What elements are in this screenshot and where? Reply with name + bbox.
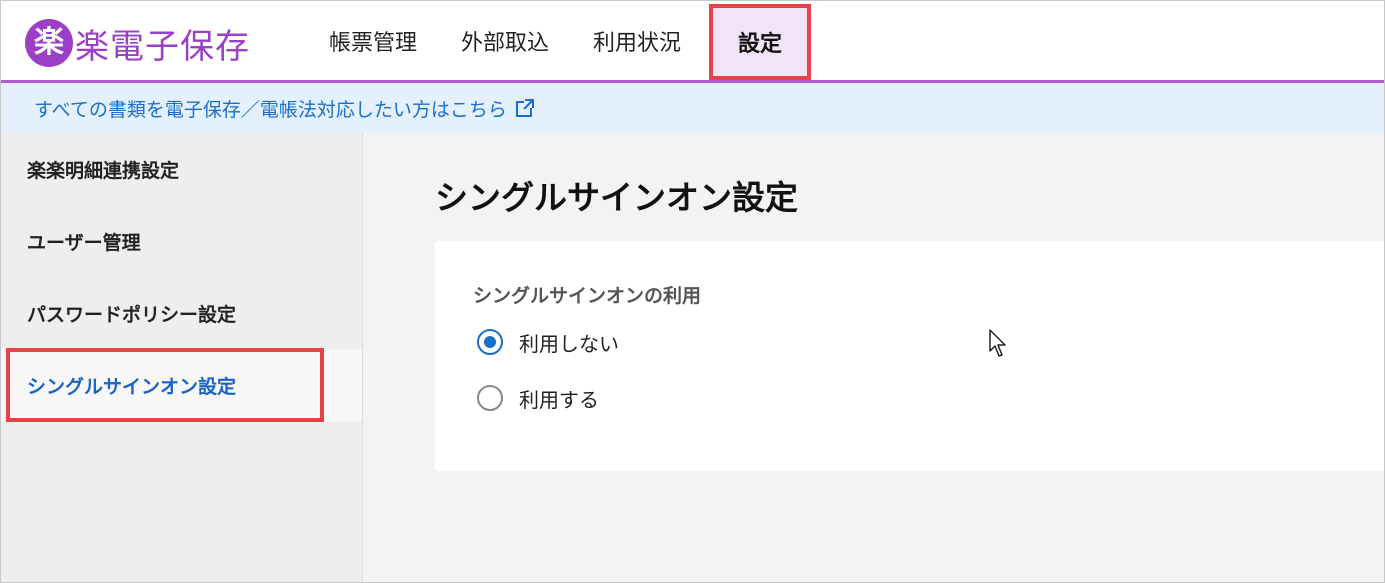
external-link-icon[interactable] [515,98,535,118]
sidebar-item-meisai-integration[interactable]: 楽楽明細連携設定 [1,133,362,205]
app-window: 楽 楽電子保存 帳票管理 外部取込 利用状況 設定 すべての書類を電子保存／電帳… [0,0,1385,583]
radio-label-enable[interactable]: 利用する [519,384,599,413]
logo-mark: 楽 [25,19,73,67]
sidebar-item-password-policy[interactable]: パスワードポリシー設定 [1,277,362,349]
header: 楽 楽電子保存 帳票管理 外部取込 利用状況 設定 [1,1,1384,83]
banner-link[interactable]: すべての書類を電子保存／電帳法対応したい方はこちら [34,95,507,122]
highlight-box [6,348,324,422]
nav-item-usage[interactable]: 利用状況 [571,1,703,80]
radio-button-enable[interactable] [477,385,503,411]
sidebar-item-user-management[interactable]: ユーザー管理 [1,205,362,277]
mouse-cursor-icon [989,329,1011,363]
logo[interactable]: 楽 楽電子保存 [25,17,250,69]
main-nav: 帳票管理 外部取込 利用状況 設定 [307,1,812,80]
field-label: シングルサインオンの利用 [473,285,702,307]
page-title: シングルサインオン設定 [435,178,798,217]
promo-banner: すべての書類を電子保存／電帳法対応したい方はこちら [1,83,1384,133]
radio-option-enable[interactable]: 利用する [477,383,599,413]
radio-option-disable[interactable]: 利用しない [477,327,619,357]
main-content: シングルサインオン設定 シングルサインオンの利用 利用しない 利用する [363,133,1384,582]
logo-text: 楽電子保存 [75,26,250,67]
nav-item-settings[interactable]: 設定 [709,4,812,80]
sso-settings-card: シングルサインオンの利用 利用しない 利用する [435,241,1384,471]
settings-sidebar: 楽楽明細連携設定 ユーザー管理 パスワードポリシー設定 シングルサインオン設定 [1,133,363,582]
nav-item-forms[interactable]: 帳票管理 [307,1,439,80]
radio-label-disable[interactable]: 利用しない [519,328,619,357]
radio-button-disable[interactable] [477,329,503,355]
nav-item-import[interactable]: 外部取込 [439,1,571,80]
